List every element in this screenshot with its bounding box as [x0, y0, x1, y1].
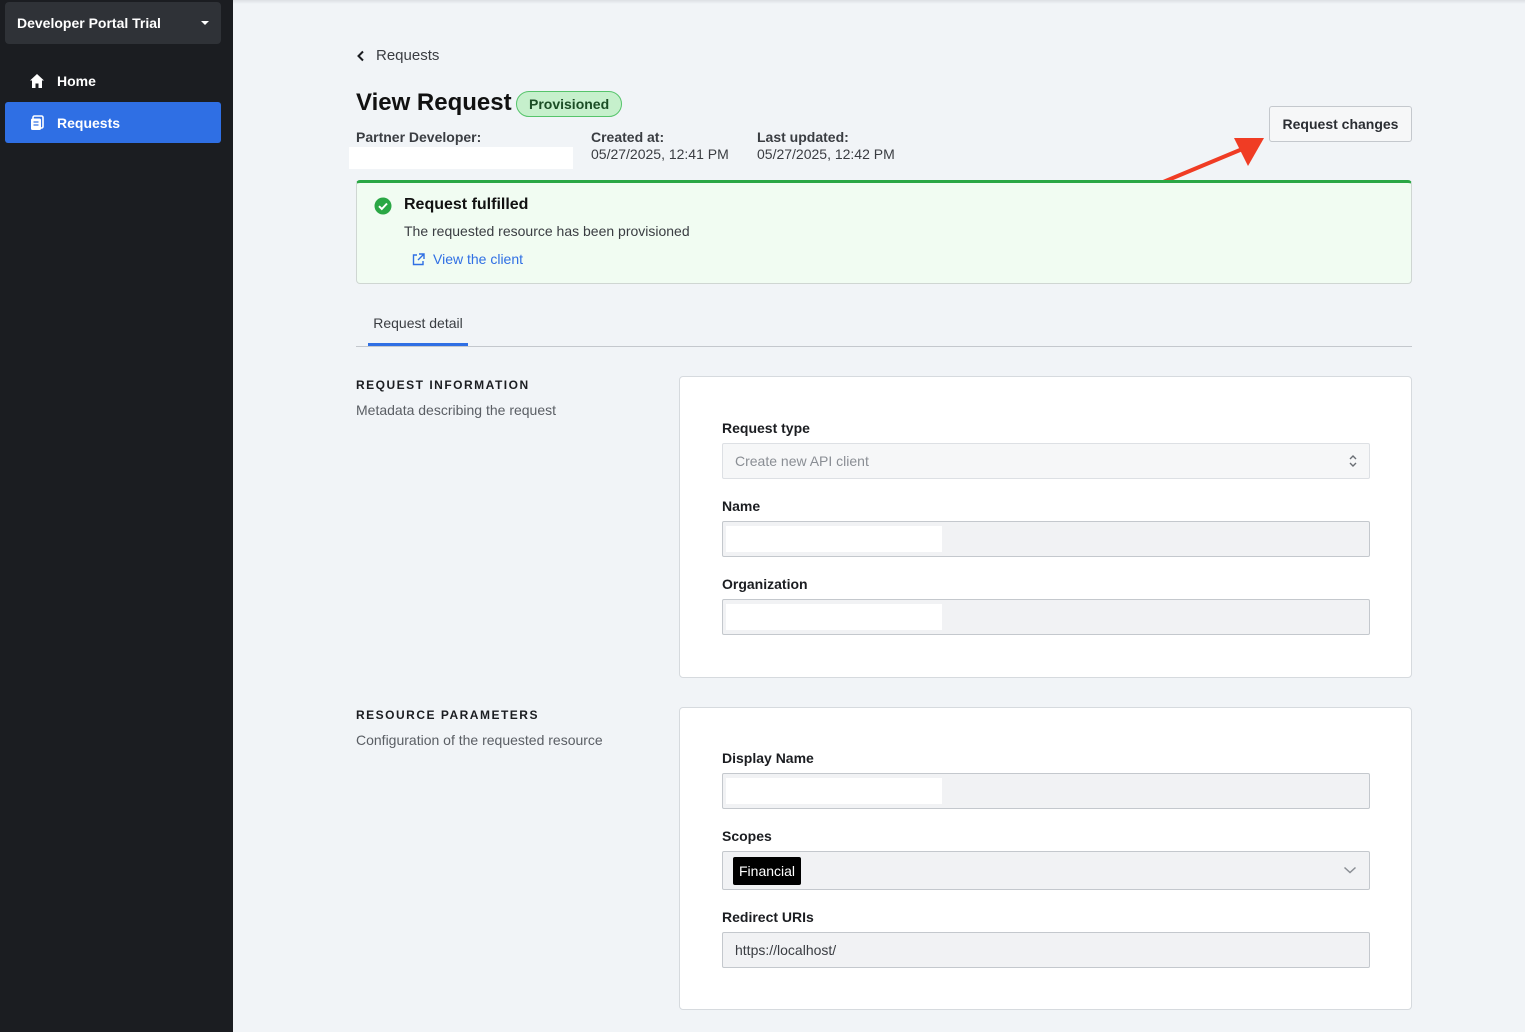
view-client-label: View the client	[433, 251, 524, 267]
page-title: View Request	[356, 89, 512, 116]
last-updated-label: Last updated:	[757, 129, 849, 145]
redirect-uris-value: https://localhost/	[735, 942, 837, 958]
chevron-left-icon	[357, 50, 364, 61]
name-label: Name	[722, 498, 761, 514]
organization-label: Organization	[722, 576, 808, 592]
request-changes-button[interactable]: Request changes	[1269, 106, 1412, 142]
requests-icon	[31, 114, 44, 130]
sidebar-item-label: Requests	[57, 114, 121, 131]
scopes-label: Scopes	[722, 828, 772, 844]
status-badge: Provisioned	[516, 91, 623, 117]
partner-developer-label: Partner Developer:	[356, 129, 482, 145]
sidebar-item-home[interactable]: Home	[5, 60, 221, 101]
scope-chip-financial[interactable]: Financial	[733, 856, 802, 885]
home-icon	[30, 73, 44, 88]
resource-parameters-title: RESOURCE PARAMETERS	[356, 708, 539, 722]
success-panel: Request fulfilled The requested resource…	[356, 180, 1412, 284]
success-title: Request fulfilled	[404, 196, 529, 213]
name-field[interactable]	[722, 521, 1370, 557]
caret-down-icon	[201, 21, 209, 25]
tab-request-detail[interactable]: Request detail	[368, 304, 468, 346]
back-link[interactable]: Requests	[356, 47, 439, 64]
external-link-icon	[412, 252, 425, 265]
last-updated-value: 05/27/2025, 12:42 PM	[757, 146, 895, 162]
portal-switcher[interactable]: Developer Portal Trial	[5, 2, 221, 44]
tab-divider	[356, 346, 1412, 347]
view-client-link[interactable]: View the client	[412, 251, 523, 267]
check-circle-icon	[374, 197, 392, 215]
display-name-field[interactable]	[722, 773, 1370, 809]
created-at-label: Created at:	[591, 129, 665, 145]
redacted-name	[726, 526, 942, 552]
updown-icon	[1349, 455, 1357, 467]
redacted-partner-developer	[349, 147, 573, 169]
organization-field[interactable]	[722, 599, 1370, 635]
request-type-value: Create new API client	[735, 453, 869, 469]
resource-parameters-description: Configuration of the requested resource	[356, 732, 603, 748]
scopes-multiselect[interactable]: Financial	[722, 851, 1370, 890]
created-at-value: 05/27/2025, 12:41 PM	[591, 146, 729, 162]
portal-name: Developer Portal Trial	[17, 15, 161, 31]
sidebar: Developer Portal Trial Home Requests	[0, 0, 233, 1032]
redirect-uris-label: Redirect URIs	[722, 909, 814, 925]
request-type-label: Request type	[722, 420, 810, 436]
chevron-down-icon	[1343, 866, 1357, 874]
request-information-description: Metadata describing the request	[356, 402, 557, 418]
back-link-label: Requests	[376, 47, 440, 64]
sidebar-item-label: Home	[57, 72, 96, 89]
redacted-display-name	[726, 778, 942, 804]
display-name-label: Display Name	[722, 750, 814, 766]
redacted-organization	[726, 604, 942, 630]
success-description: The requested resource has been provisio…	[404, 223, 690, 239]
sidebar-item-requests[interactable]: Requests	[5, 102, 221, 143]
request-type-select[interactable]: Create new API client	[722, 443, 1370, 479]
redirect-uris-field[interactable]: https://localhost/	[722, 932, 1370, 968]
request-information-title: REQUEST INFORMATION	[356, 378, 530, 392]
top-bar	[233, 0, 1525, 4]
